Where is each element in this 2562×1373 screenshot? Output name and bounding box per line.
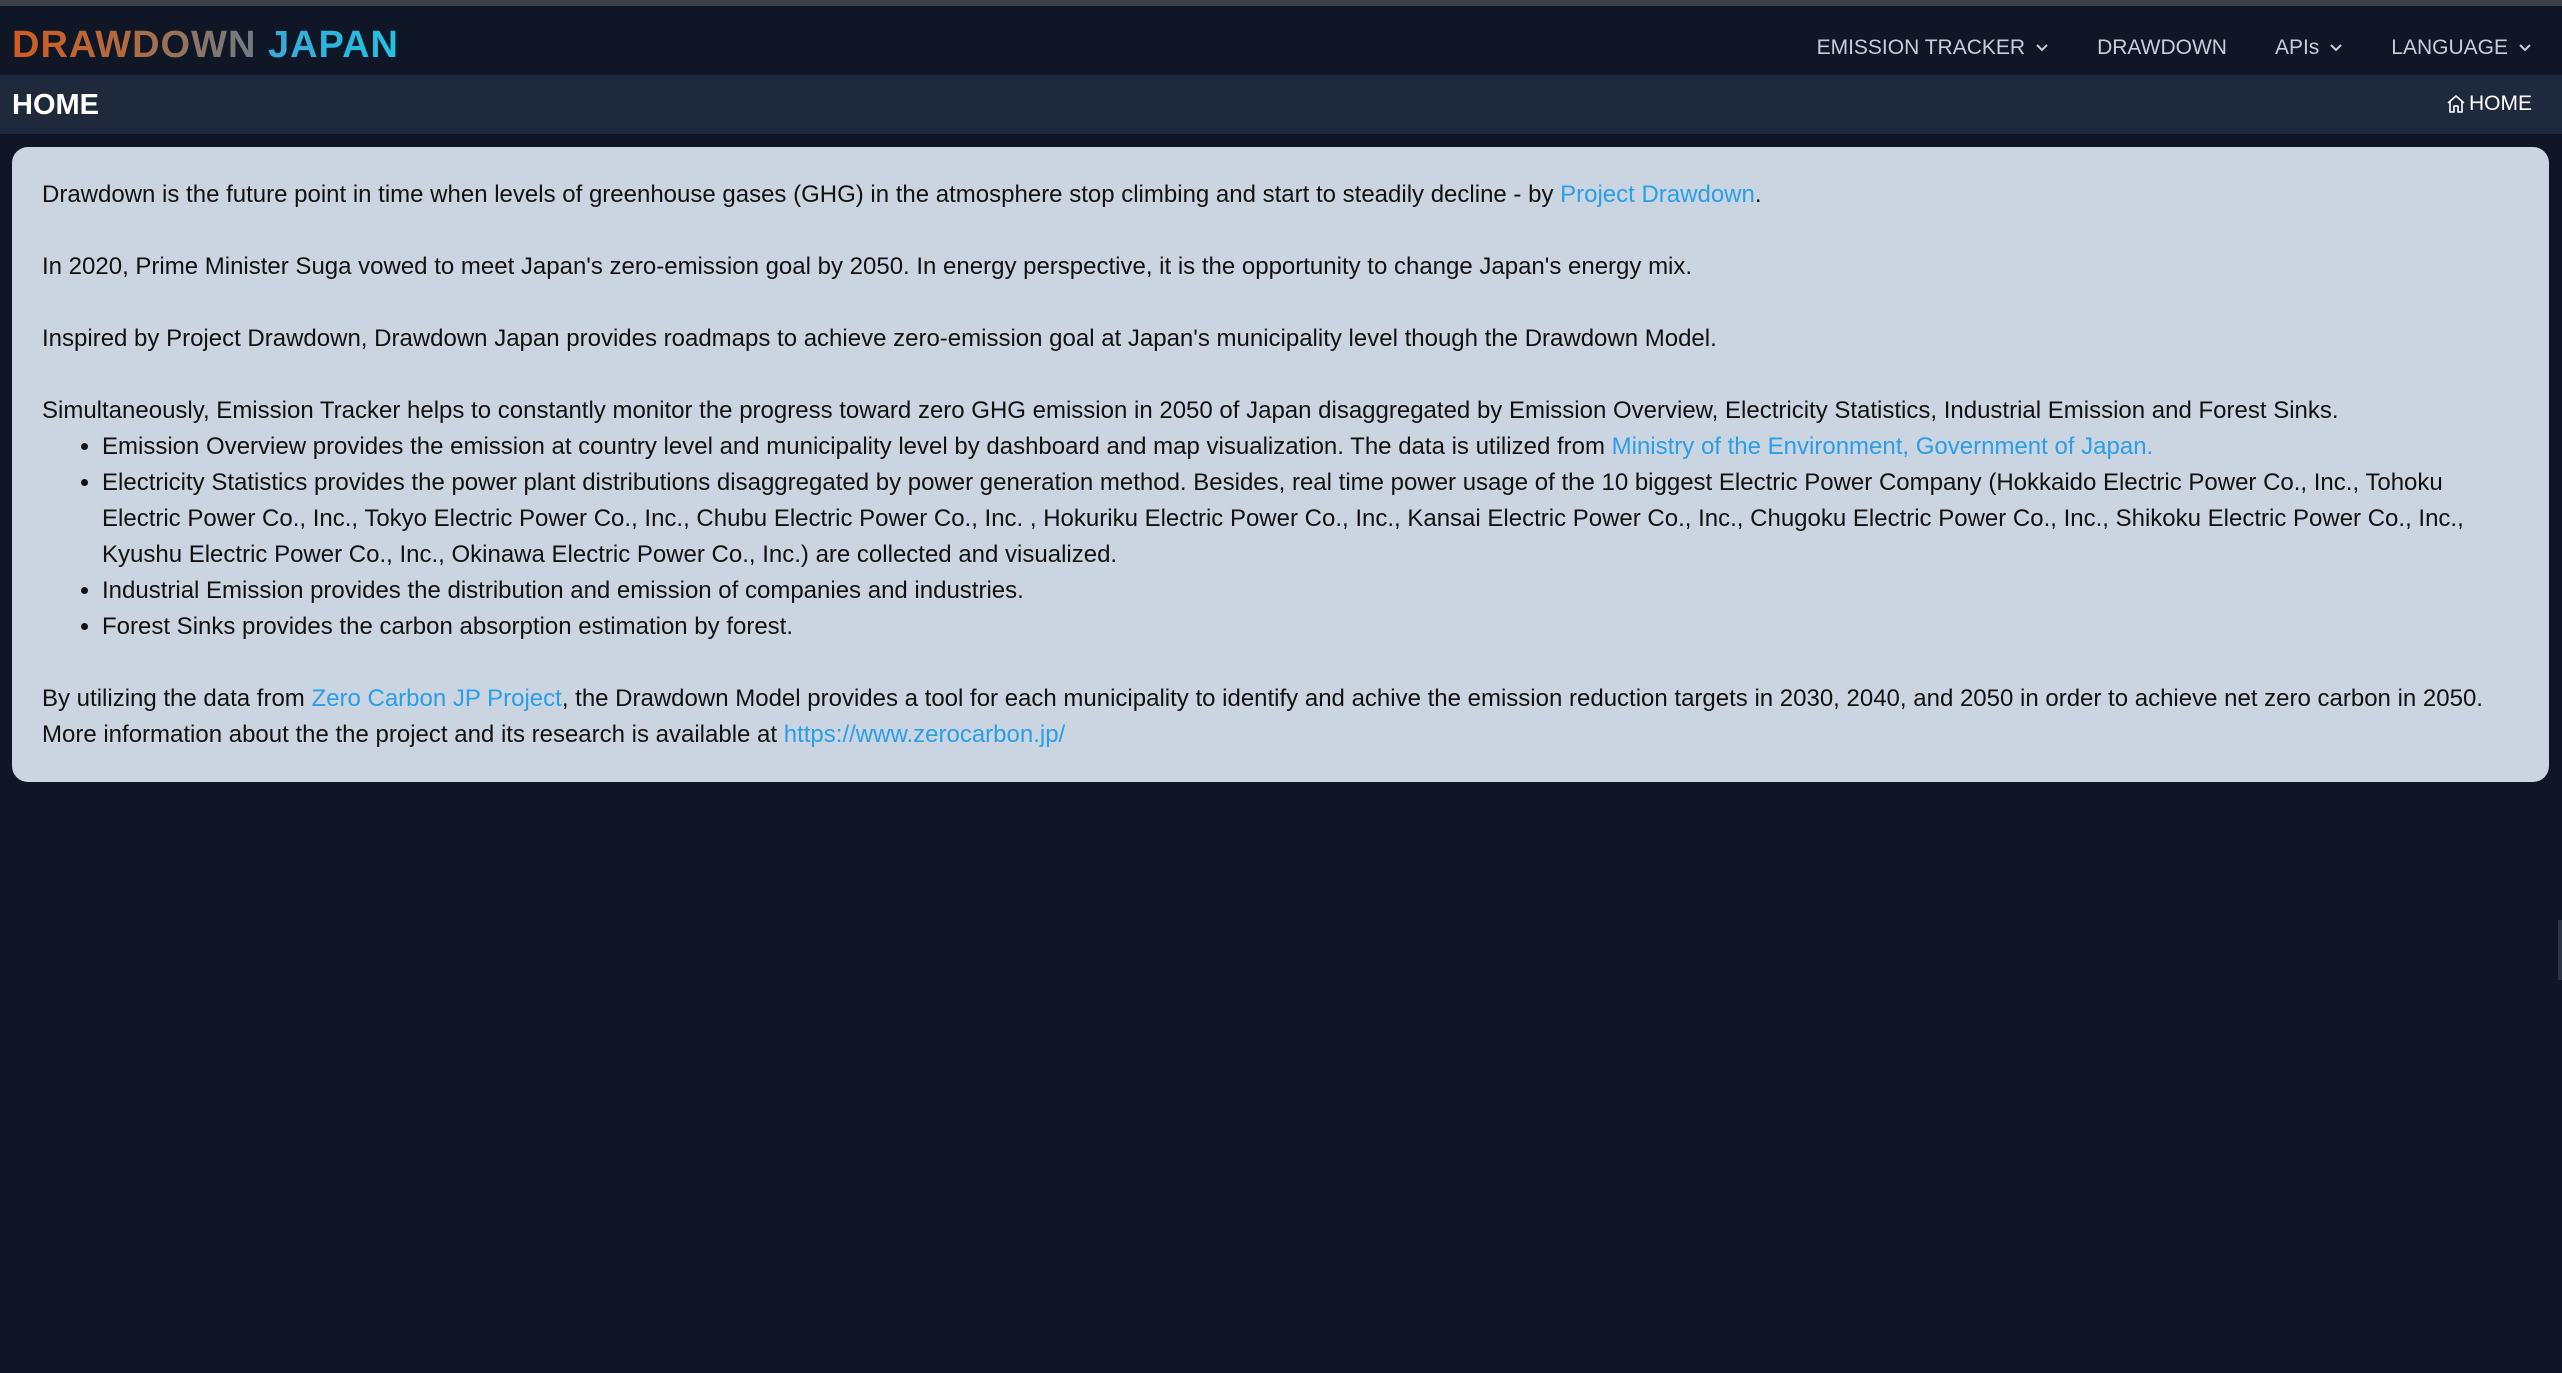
intro-text: Drawdown is the future point in time whe… [42, 181, 1561, 208]
chevron-down-icon [2329, 43, 2343, 53]
brand-word-drawdown: DRAWDOWN [12, 24, 257, 66]
emission-tracker-paragraph: Simultaneously, Emission Tracker helps t… [42, 397, 2339, 424]
nav-emission-tracker[interactable]: EMISSION TRACKER [1817, 36, 2049, 60]
nav-emission-tracker-label: EMISSION TRACKER [1816, 36, 2026, 59]
brand-word-japan: JAPAN [267, 24, 399, 66]
nav-drawdown-label: DRAWDOWN [2097, 36, 2227, 59]
breadcrumb[interactable]: HOME [2445, 92, 2532, 116]
project-drawdown-link[interactable]: Project Drawdown [1560, 181, 1755, 208]
nav-apis-label: APIs [2274, 36, 2320, 59]
list-item-electricity-statistics: Electricity Statistics provides the powe… [102, 465, 2519, 573]
zerocarbon-url-link[interactable]: https://www.zerocarbon.jp/ [784, 721, 1065, 748]
inspired-paragraph: Inspired by Project Drawdown, Drawdown J… [42, 325, 1717, 352]
page-title: HOME [12, 89, 99, 121]
home-icon [2445, 93, 2467, 115]
suga-paragraph: In 2020, Prime Minister Suga vowed to me… [42, 253, 1693, 280]
scrollbar[interactable] [2558, 920, 2562, 980]
ministry-environment-link[interactable]: Ministry of the Environment, Government … [1612, 433, 2154, 460]
zero-carbon-paragraph: By utilizing the data from Zero Carbon J… [42, 681, 2519, 753]
chevron-down-icon [2518, 43, 2532, 53]
list-item-forest-sinks: Forest Sinks provides the carbon absorpt… [102, 609, 2519, 645]
top-navbar: DRAWDOWN JAPAN EMISSION TRACKER DRAWDOWN… [0, 6, 2562, 75]
nav-language-label: LANGUAGE [2391, 36, 2508, 59]
page-header-bar: HOME HOME [0, 75, 2562, 134]
list-item-industrial-emission: Industrial Emission provides the distrib… [102, 573, 2519, 609]
brand-logo[interactable]: DRAWDOWN JAPAN [12, 24, 399, 67]
feature-list: Emission Overview provides the emission … [42, 429, 2519, 645]
home-content-card: Drawdown is the future point in time whe… [12, 147, 2549, 782]
nav-apis[interactable]: APIs [2275, 36, 2343, 60]
emission-overview-text: Emission Overview provides the emission … [102, 433, 1612, 460]
intro-period: . [1754, 181, 1762, 208]
nav-menu: EMISSION TRACKER DRAWDOWN APIs LANGUAGE [1769, 36, 2532, 60]
intro-paragraph: Drawdown is the future point in time whe… [42, 177, 2519, 213]
chevron-down-icon [2035, 43, 2049, 53]
zero-carbon-jp-link[interactable]: Zero Carbon JP Project [311, 685, 561, 712]
nav-drawdown[interactable]: DRAWDOWN [2097, 36, 2227, 60]
zero-carbon-text-before: By utilizing the data from [42, 685, 312, 712]
nav-language[interactable]: LANGUAGE [2391, 36, 2532, 60]
list-item-emission-overview: Emission Overview provides the emission … [102, 429, 2519, 465]
breadcrumb-home: HOME [2469, 92, 2532, 115]
